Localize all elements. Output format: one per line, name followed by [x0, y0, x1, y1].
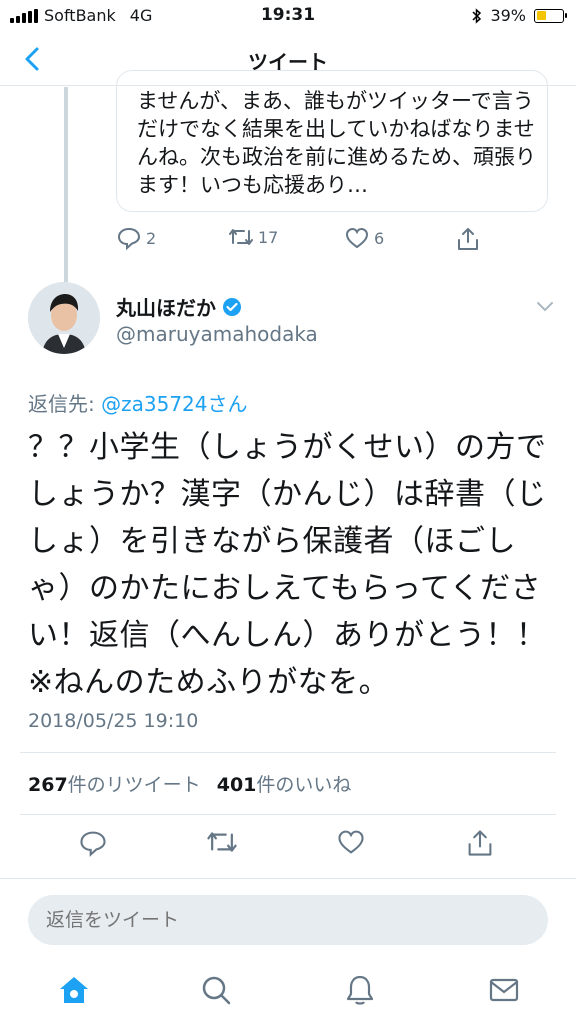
divider: [20, 814, 556, 815]
reply-icon: [117, 227, 141, 250]
parent-share-button[interactable]: [456, 226, 480, 252]
verified-badge-icon: [223, 297, 241, 316]
reply-to-line: 返信先: @za35724さん: [28, 388, 248, 417]
reply-icon: [80, 831, 106, 857]
display-name: 丸山ほだか: [116, 296, 216, 320]
chevron-down-icon[interactable]: [536, 300, 554, 312]
avatar[interactable]: [28, 282, 100, 354]
share-button[interactable]: [466, 828, 494, 862]
reply-input[interactable]: [28, 895, 548, 945]
thread-line: [64, 87, 68, 282]
notifications-bell-icon[interactable]: [342, 972, 378, 1008]
home-icon[interactable]: [56, 972, 92, 1008]
parent-tweet-actions: 2 17 6: [116, 226, 516, 256]
like-button[interactable]: [336, 828, 366, 860]
like-stat-label: 件のいいね: [256, 774, 352, 796]
share-icon: [468, 830, 492, 856]
share-icon: [458, 228, 478, 250]
reply-to-mention[interactable]: @za35724さん: [101, 392, 247, 416]
heart-icon: [338, 830, 364, 854]
battery-icon: [534, 8, 567, 23]
battery-percent: 39%: [490, 6, 526, 25]
parent-reply-button[interactable]: 2: [116, 226, 156, 250]
reply-button[interactable]: [78, 828, 108, 862]
parent-like-count: 6: [374, 228, 385, 248]
divider: [0, 878, 576, 879]
search-icon[interactable]: [198, 972, 234, 1008]
status-right: 39%: [472, 6, 567, 25]
parent-reply-count: 2: [146, 228, 157, 248]
retweet-total: 267: [28, 774, 68, 796]
user-handle[interactable]: @maruyamahodaka: [116, 322, 318, 346]
retweet-icon: [207, 832, 237, 852]
retweet-icon: [229, 229, 253, 245]
messages-envelope-icon[interactable]: [486, 972, 522, 1008]
heart-icon: [345, 227, 369, 249]
like-stat[interactable]: 401件のいいね: [217, 774, 352, 796]
tweet-stats: 267件のリツイート 401件のいいね: [28, 770, 351, 797]
tab-bar: [0, 958, 576, 1024]
parent-retweet-count: 17: [258, 227, 279, 247]
display-name-row[interactable]: 丸山ほだか: [116, 292, 242, 321]
avatar-photo-icon: [28, 282, 100, 354]
bluetooth-icon: [472, 7, 482, 24]
parent-retweet-button[interactable]: 17: [228, 226, 278, 248]
divider: [20, 752, 556, 753]
status-bar: SoftBank 4G 19:31 39%: [0, 0, 576, 32]
retweet-stat-label: 件のリツイート: [67, 774, 201, 796]
tweet-timestamp: 2018/05/25 19:10: [28, 710, 199, 732]
retweet-stat[interactable]: 267件のリツイート: [28, 774, 201, 796]
like-total: 401: [216, 774, 257, 796]
tweet-text: ？？小学生（しょうがくせい）の方でしょうか？漢字（かんじ）は辞書（じしょ）を引き…: [28, 430, 547, 700]
quoted-tweet-card[interactable]: ませんが、まあ、誰もがツイッターで言うだけでなく結果を出していかねばなりませんね…: [116, 70, 548, 212]
reply-to-label: 返信先:: [28, 392, 102, 416]
parent-like-button[interactable]: 6: [344, 226, 384, 250]
quoted-tweet-text: ませんが、まあ、誰もがツイッターで言うだけでなく結果を出していかねばなりませんね…: [137, 89, 536, 197]
tweet-actions: [0, 828, 576, 864]
retweet-button[interactable]: [206, 828, 238, 860]
